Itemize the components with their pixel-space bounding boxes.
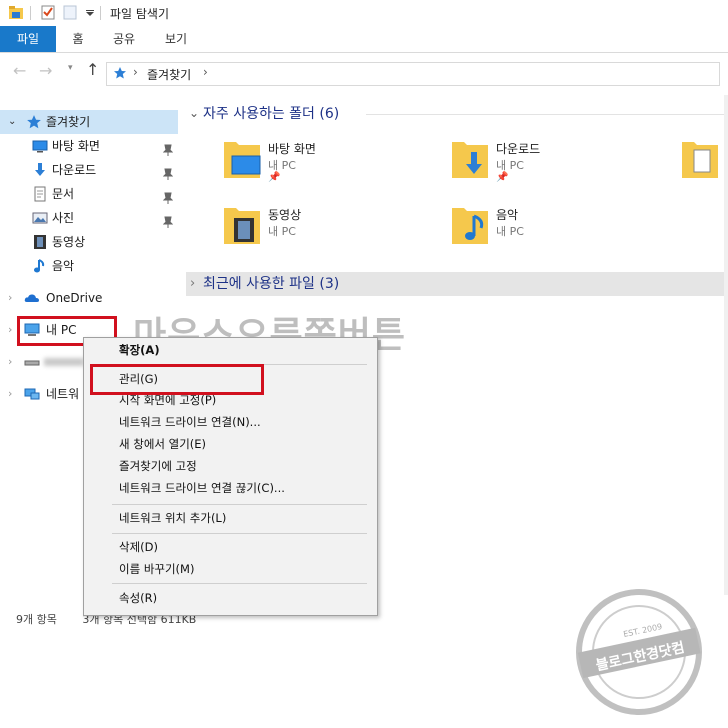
folder-documents-partial[interactable] [680, 136, 728, 182]
chevron-right-icon[interactable]: › [190, 272, 195, 296]
nav-item-pictures[interactable]: 사진 [0, 206, 178, 230]
download-arrow-icon [35, 163, 45, 176]
new-folder-icon[interactable] [62, 5, 78, 20]
nav-label: 다운로드 [52, 163, 97, 177]
menu-item-pin-quick-access[interactable]: 즐겨찾기에 고정 [119, 456, 197, 476]
folder-location: 내 PC [496, 159, 524, 172]
folder-location: 내 PC [268, 225, 296, 238]
tab-home[interactable]: 홈 [60, 26, 96, 52]
star-icon [114, 67, 126, 79]
nav-label: 즐겨찾기 [46, 115, 91, 129]
pin-icon: 📌 [268, 172, 281, 183]
highlight-box [90, 364, 264, 395]
recent-locations-icon[interactable]: ▾ [68, 63, 73, 73]
menu-separator [112, 504, 367, 505]
menu-item-delete[interactable]: 삭제(D) [119, 537, 158, 557]
folder-desktop[interactable]: 바탕 화면 내 PC 📌 [222, 136, 422, 190]
address-separator[interactable]: › [203, 65, 208, 79]
watermark-seal: 블로그한경닷컴 EST. 2009 [575, 588, 703, 716]
nav-quick-access[interactable]: ⌄ 즐겨찾기 [0, 110, 178, 134]
divider [30, 6, 31, 20]
divider [100, 6, 101, 20]
nav-label: OneDrive [46, 291, 103, 305]
folder-name: 바탕 화면 [268, 142, 316, 156]
folder-location: 내 PC [496, 225, 524, 238]
chevron-right-icon[interactable]: › [8, 286, 12, 310]
videos-folder-icon [224, 208, 260, 244]
nav-item-desktop[interactable]: 바탕 화면 [0, 134, 178, 158]
network-icon [24, 388, 40, 400]
address-separator: › [133, 65, 138, 79]
chevron-down-icon[interactable] [86, 9, 94, 17]
folder-downloads[interactable]: 다운로드 내 PC 📌 [450, 136, 650, 190]
nav-label: 네트워 [46, 387, 80, 401]
nav-label: 바탕 화면 [52, 139, 100, 153]
menu-item-properties[interactable]: 속성(R) [119, 588, 157, 608]
frequent-folders-header[interactable]: ⌄ 자주 사용하는 폴더 (6) [186, 102, 728, 126]
folder-location: 내 PC [268, 159, 296, 172]
section-title: 자주 사용하는 폴더 (6) [203, 106, 340, 122]
documents-folder-icon [682, 142, 718, 178]
divider [366, 114, 728, 115]
cloud-icon [24, 294, 39, 302]
tab-file[interactable]: 파일 [0, 26, 56, 52]
pin-icon: 📌 [496, 172, 509, 183]
nav-item-videos[interactable]: 동영상 [0, 230, 178, 254]
film-icon [34, 235, 46, 249]
folder-app-icon [9, 6, 23, 19]
tab-view[interactable]: 보기 [156, 26, 196, 52]
window-title: 파일 탐색기 [110, 7, 170, 21]
menu-item-expand[interactable]: 확장(A) [119, 340, 160, 360]
desktop-icon [32, 140, 48, 153]
nav-item-music[interactable]: 음악 [0, 254, 178, 278]
properties-icon[interactable] [40, 5, 56, 20]
drive-icon [24, 360, 40, 366]
music-note-icon [34, 259, 45, 273]
menu-separator [112, 583, 367, 584]
address-bar[interactable]: › 즐겨찾기 › [106, 62, 720, 86]
nav-label: 동영상 [52, 235, 86, 249]
document-icon [34, 186, 46, 202]
folder-name: 다운로드 [496, 142, 541, 156]
nav-label: 사진 [52, 211, 75, 225]
item-count: 9개 항목 [16, 613, 57, 626]
folder-name: 동영상 [268, 208, 302, 222]
menu-item-map-drive[interactable]: 네트워크 드라이브 연결(N)... [119, 412, 261, 432]
downloads-folder-icon [452, 142, 488, 178]
chevron-down-icon[interactable]: ⌄ [189, 101, 199, 125]
up-arrow-icon[interactable]: ↑ [86, 60, 99, 79]
folder-music[interactable]: 음악 내 PC [450, 202, 650, 256]
desktop-folder-icon [224, 142, 261, 178]
nav-label: 문서 [52, 187, 75, 201]
folder-videos[interactable]: 동영상 내 PC [222, 202, 422, 256]
address-path[interactable]: 즐겨찾기 [147, 66, 191, 83]
ribbon-tabs: 파일 홈 공유 보기 [0, 26, 728, 53]
chevron-right-icon[interactable]: › [8, 318, 12, 342]
chevron-right-icon[interactable]: › [8, 382, 12, 406]
nav-label: 음악 [52, 259, 75, 273]
chevron-right-icon[interactable]: › [8, 350, 12, 374]
tab-share[interactable]: 공유 [104, 26, 144, 52]
picture-icon [32, 212, 48, 224]
nav-item-downloads[interactable]: 다운로드 [0, 158, 178, 182]
music-folder-icon [452, 208, 488, 244]
nav-item-documents[interactable]: 문서 [0, 182, 178, 206]
scrollbar[interactable] [724, 95, 728, 595]
folder-name: 음악 [496, 208, 519, 222]
back-arrow-icon[interactable]: ← [13, 61, 26, 80]
menu-item-rename[interactable]: 이름 바꾸기(M) [119, 559, 194, 579]
menu-item-open-new-window[interactable]: 새 창에서 열기(E) [119, 434, 206, 454]
forward-arrow-icon[interactable]: → [39, 61, 52, 80]
chevron-down-icon[interactable]: ⌄ [8, 110, 16, 134]
section-title: 최근에 사용한 파일 (3) [203, 276, 340, 292]
title-bar: 파일 탐색기 [0, 0, 728, 26]
star-icon [27, 115, 41, 129]
menu-item-add-network-location[interactable]: 네트워크 위치 추가(L) [119, 508, 226, 528]
blurred-label [44, 358, 84, 366]
menu-item-disconnect-drive[interactable]: 네트워크 드라이브 연결 끊기(C)... [119, 478, 285, 498]
menu-separator [112, 533, 367, 534]
recent-files-header[interactable]: › 최근에 사용한 파일 (3) [186, 272, 728, 296]
